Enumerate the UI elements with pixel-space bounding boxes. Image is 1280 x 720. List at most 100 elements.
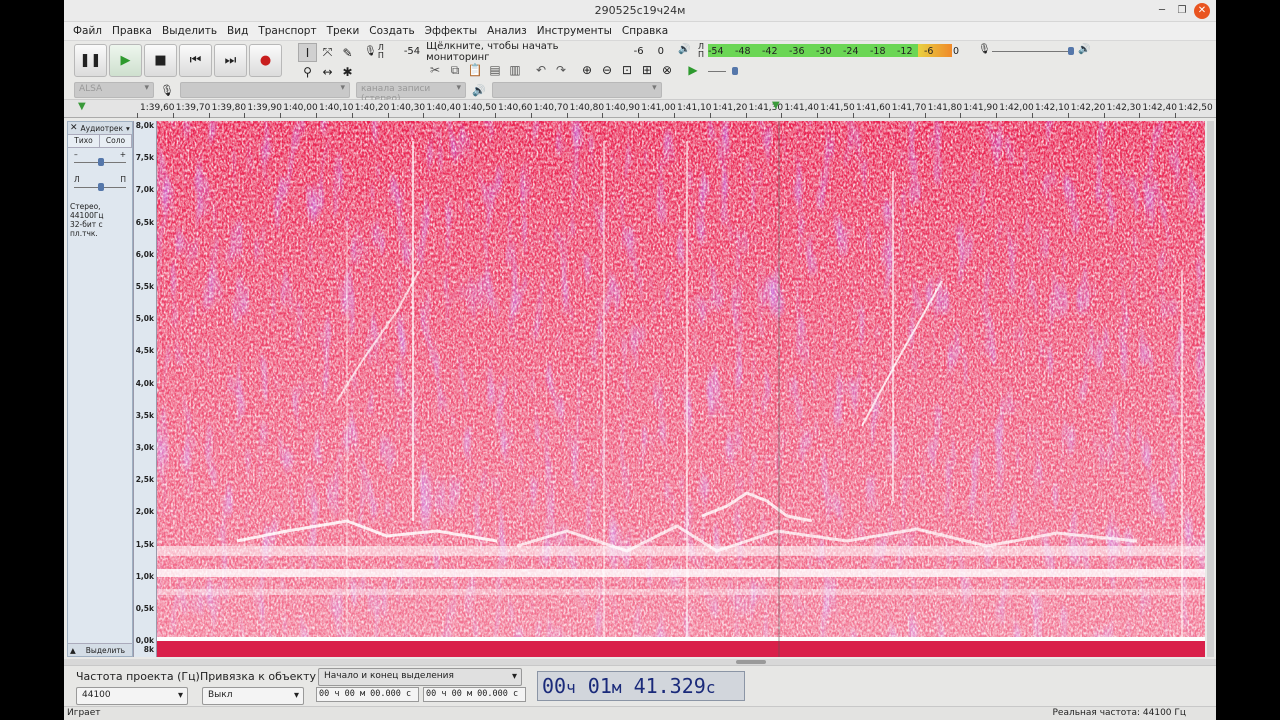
minimize-icon[interactable]: ─ [1154, 3, 1170, 19]
maximize-icon[interactable]: ❐ [1174, 3, 1190, 19]
cut-icon[interactable]: ✂ [426, 63, 444, 78]
window-title: 290525c19ч24м [594, 4, 686, 17]
solo-button[interactable]: Соло [100, 135, 132, 147]
ruler-tick-mark [495, 113, 496, 118]
menu-tracks[interactable]: Треки [322, 25, 365, 37]
record-icon: ● [259, 53, 272, 68]
ruler-tick-label: 1:39,60 [140, 103, 175, 113]
redo-icon[interactable]: ↷ [552, 63, 570, 78]
frequency-label: 3,5k [135, 410, 154, 420]
selection-tool-icon[interactable]: I [298, 43, 317, 62]
copy-icon[interactable]: ⧉ [446, 63, 464, 78]
track-close-icon[interactable]: ✕ [70, 123, 78, 133]
status-text: Играет [67, 708, 101, 718]
stop-button[interactable]: ■ [144, 44, 177, 77]
zoom-tool-icon[interactable]: ⚲ [298, 62, 317, 81]
close-icon[interactable]: ✕ [1194, 3, 1210, 19]
playback-device-select[interactable] [491, 82, 662, 98]
fit-project-icon[interactable]: ⊞ [638, 63, 656, 78]
zoom-in-icon[interactable]: ⊕ [578, 63, 596, 78]
play-at-speed-icon[interactable]: ▶ [684, 63, 702, 78]
frequency-label: 7,5k [135, 153, 154, 163]
selection-end-time[interactable]: 00 ч 00 м 00.000 с [423, 687, 526, 702]
speaker-icon: 🔊 [471, 83, 486, 97]
ruler-tick-label: 1:41,50 [820, 103, 855, 113]
actual-rate-text: Реальная частота: 44100 Гц [1052, 708, 1187, 718]
skip-end-icon: ⏭ [224, 53, 237, 68]
ruler-tick-mark [280, 113, 282, 118]
selection-mode-select[interactable]: Начало и конец выделения [318, 668, 522, 686]
skip-end-button[interactable]: ⏭ [214, 44, 247, 77]
time-minutes: 01 [587, 674, 612, 698]
menu-generate[interactable]: Создать [364, 25, 419, 37]
ruler-tick-label: 1:41,00 [641, 103, 676, 113]
menu-tools[interactable]: Инструменты [532, 25, 617, 37]
selection-start-time[interactable]: 00 ч 00 м 00.000 с [316, 687, 419, 702]
snap-to-select[interactable]: Выкл [202, 687, 304, 705]
track-menu-chevron-down-icon[interactable]: ▾ [126, 124, 130, 133]
record-volume-slider[interactable] [992, 51, 1070, 52]
device-toolbar: ALSA 🎙 канала записи (стерео) 🔊 [74, 81, 662, 104]
play-speed-slider[interactable] [704, 63, 794, 78]
menu-bar: Файл Правка Выделить Вид Транспорт Треки… [64, 22, 1216, 41]
spectrogram-view[interactable] [157, 121, 1205, 657]
skip-start-button[interactable]: ⏮ [179, 44, 212, 77]
gain-slider[interactable] [72, 153, 128, 171]
recording-channels-select[interactable]: канала записи (стерео) [355, 82, 466, 104]
project-rate-select[interactable]: 44100 [76, 687, 188, 705]
playback-meter-tick: -24 [843, 46, 859, 57]
multi-tool-icon[interactable]: ✱ [338, 62, 357, 81]
menu-edit[interactable]: Правка [107, 25, 157, 37]
track-select-button[interactable]: Выделить [86, 646, 125, 655]
track-format: Стерео, 44100Гц [70, 202, 104, 220]
track-name[interactable]: Аудиотрек [81, 124, 124, 133]
collapse-track-icon[interactable]: ▲ [70, 646, 76, 655]
ruler-tick-mark [244, 113, 246, 118]
zoom-toggle-icon[interactable]: ⊗ [658, 63, 676, 78]
menu-help[interactable]: Справка [617, 25, 673, 37]
ruler-tick-mark [459, 113, 461, 118]
monitoring-hint[interactable]: Щёлкните, чтобы начать мониторинг [426, 41, 623, 63]
menu-view[interactable]: Вид [222, 25, 253, 37]
ruler-tick-mark [817, 113, 819, 118]
pause-button[interactable]: ❚❚ [74, 44, 107, 77]
playback-meter[interactable]: 🔊 ЛП -54 -48 -42 -36 -30 -24 -18 -12 -6 0 🎙 🔊 [678, 43, 1110, 60]
menu-file[interactable]: Файл [68, 25, 107, 37]
menu-select[interactable]: Выделить [157, 25, 222, 37]
silence-icon[interactable]: ▥ [506, 63, 524, 78]
menu-transport[interactable]: Транспорт [253, 25, 321, 37]
fit-selection-icon[interactable]: ⊡ [618, 63, 636, 78]
paste-icon[interactable]: 📋 [466, 63, 484, 78]
recording-meter[interactable]: 🎙 ЛП -54 Щёлкните, чтобы начать монитори… [364, 41, 664, 63]
draw-tool-icon[interactable]: ✎ [338, 43, 357, 62]
ruler-tick-mark [924, 113, 926, 118]
record-button[interactable]: ● [249, 44, 282, 77]
vertical-scrollbar[interactable] [1207, 121, 1214, 657]
timeline-ruler[interactable]: ▼ 1:39,60 1:39,70 1:39,80 1:39,90 1:40,00 1:4… [64, 100, 1216, 118]
ruler-tick-label: 1:42,40 [1142, 103, 1177, 113]
undo-icon[interactable]: ↶ [532, 63, 550, 78]
pan-slider[interactable] [72, 178, 128, 196]
menu-effects[interactable]: Эффекты [420, 25, 483, 37]
envelope-tool-icon[interactable]: ⤧ [318, 43, 337, 62]
menu-analyze[interactable]: Анализ [482, 25, 532, 37]
recording-device-select[interactable] [179, 82, 350, 98]
ruler-tick-label: 1:40,30 [390, 103, 426, 113]
record-volume-knob[interactable] [1068, 47, 1074, 55]
ruler-tick-mark [1103, 113, 1105, 118]
playback-meter-tick: -18 [870, 46, 886, 57]
ruler-tick-label: 1:40,90 [605, 103, 640, 113]
mute-button[interactable]: Тихо [68, 135, 100, 147]
ruler-tick-label: 1:40,20 [354, 103, 390, 113]
audio-position-display[interactable]: 00ч 01м 41.329с [537, 671, 745, 701]
ruler-tick-mark [316, 113, 317, 118]
frequency-label: 4,5k [135, 346, 154, 356]
horizontal-scroll-thumb[interactable] [736, 660, 766, 664]
timeshift-tool-icon[interactable]: ↔ [318, 62, 337, 81]
time-hours-unit: ч [566, 678, 576, 697]
trim-icon[interactable]: ▤ [486, 63, 504, 78]
zoom-out-icon[interactable]: ⊖ [598, 63, 616, 78]
frequency-label: 1,0k [135, 571, 154, 581]
play-button[interactable]: ▶ [109, 44, 142, 77]
audio-host-select[interactable]: ALSA [74, 82, 154, 98]
